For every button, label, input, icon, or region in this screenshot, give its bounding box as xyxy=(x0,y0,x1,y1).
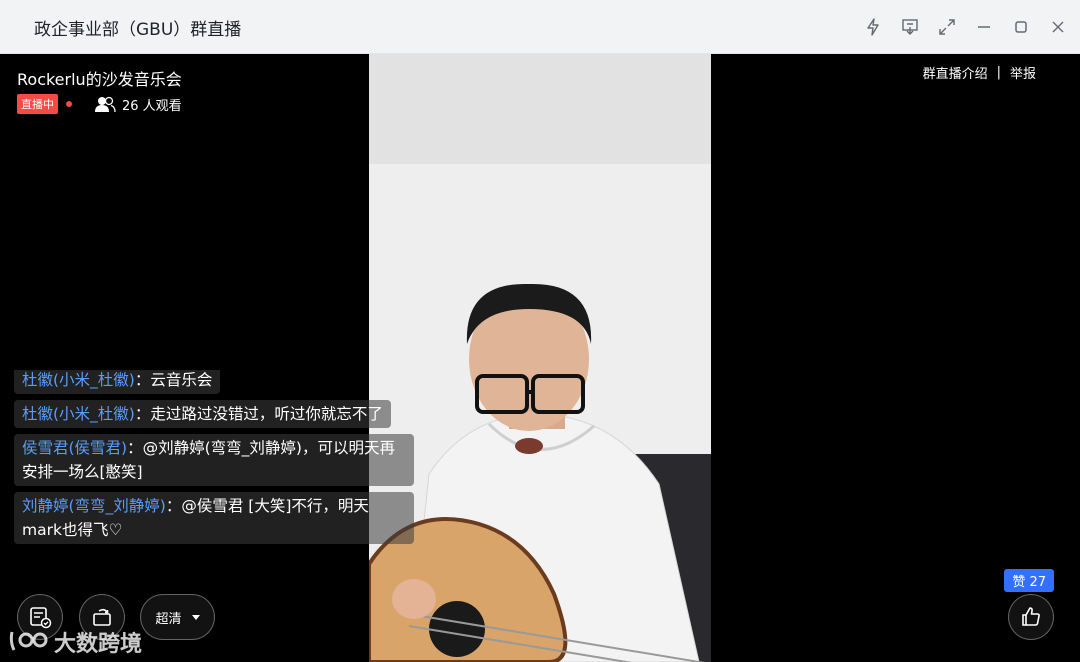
window-title: 政企事业部（GBU）群直播 xyxy=(34,20,242,40)
chat-message: 侯雪君(侯雪君)：@刘静婷(弯弯_刘静婷)，可以明天再安排一场么[憨笑] xyxy=(14,434,414,486)
chat-panel[interactable]: 杜徽(小米_杜徽)：云音乐会 杜徽(小米_杜徽)：走过路过没错过，听过你就忘不了… xyxy=(14,370,416,560)
minimize-icon[interactable] xyxy=(972,15,996,39)
window-controls xyxy=(848,15,1070,39)
live-dot xyxy=(66,101,72,107)
intro-link[interactable]: 群直播介绍 xyxy=(923,63,988,82)
live-badge: 直播中 xyxy=(17,94,58,114)
live-stage: Rockerlu的沙发音乐会 直播中 26 人观看 群直播介绍 | 举报 杜徽(… xyxy=(0,54,1080,662)
link-separator: | xyxy=(996,65,1001,80)
chat-message: 杜徽(小米_杜徽)：走过路过没错过，听过你就忘不了 xyxy=(14,400,391,428)
chat-message: 刘静婷(弯弯_刘静婷)：@侯雪君 [大笑]不行，明天mark也得飞♡ xyxy=(14,492,414,544)
chat-text: ：走过路过没错过，听过你就忘不了 xyxy=(134,405,383,423)
performer-video-image xyxy=(369,54,711,662)
viewer-count: 26 人观看 xyxy=(94,95,182,114)
pin-window-icon[interactable] xyxy=(898,15,922,39)
brand-logo-icon xyxy=(9,631,48,651)
viewer-count-text: 26 人观看 xyxy=(122,98,182,114)
lightning-icon[interactable] xyxy=(861,15,885,39)
chat-username[interactable]: 刘静婷(弯弯_刘静婷) xyxy=(22,497,166,515)
top-right-links: 群直播介绍 | 举报 xyxy=(923,63,1036,82)
watermark-logo: 大数跨境 xyxy=(8,626,142,658)
close-icon[interactable] xyxy=(1046,15,1070,39)
report-link[interactable]: 举报 xyxy=(1010,63,1036,82)
viewers-icon xyxy=(95,96,116,112)
caret-down-icon xyxy=(191,614,200,620)
thumbs-up-icon xyxy=(1022,607,1040,626)
fullscreen-icon[interactable] xyxy=(935,15,959,39)
live-window: 政企事业部（GBU）群直播 Rockerlu的沙发音乐会 直播中 26 人观看 … xyxy=(0,0,1080,662)
like-button[interactable] xyxy=(1008,594,1054,640)
title-bar: 政企事业部（GBU）群直播 xyxy=(0,0,1080,54)
stream-title: Rockerlu的沙发音乐会 xyxy=(17,70,182,89)
chat-username[interactable]: 杜徽(小米_杜徽) xyxy=(22,371,135,389)
chat-message: 杜徽(小米_杜徽)：云音乐会 xyxy=(14,370,221,394)
chat-username[interactable]: 杜徽(小米_杜徽) xyxy=(22,405,135,423)
video-feed[interactable] xyxy=(369,54,711,662)
chat-username[interactable]: 侯雪君(侯雪君) xyxy=(22,439,127,457)
chat-text: ：云音乐会 xyxy=(134,371,213,389)
quality-label: 超清 xyxy=(155,611,182,627)
likes-count-badge: 赞 27 xyxy=(1004,569,1054,592)
live-status-row: 直播中 26 人观看 xyxy=(17,94,182,114)
watermark-text: 大数跨境 xyxy=(54,632,143,657)
quality-select[interactable]: 超清 xyxy=(140,594,215,640)
maximize-icon[interactable] xyxy=(1009,15,1033,39)
